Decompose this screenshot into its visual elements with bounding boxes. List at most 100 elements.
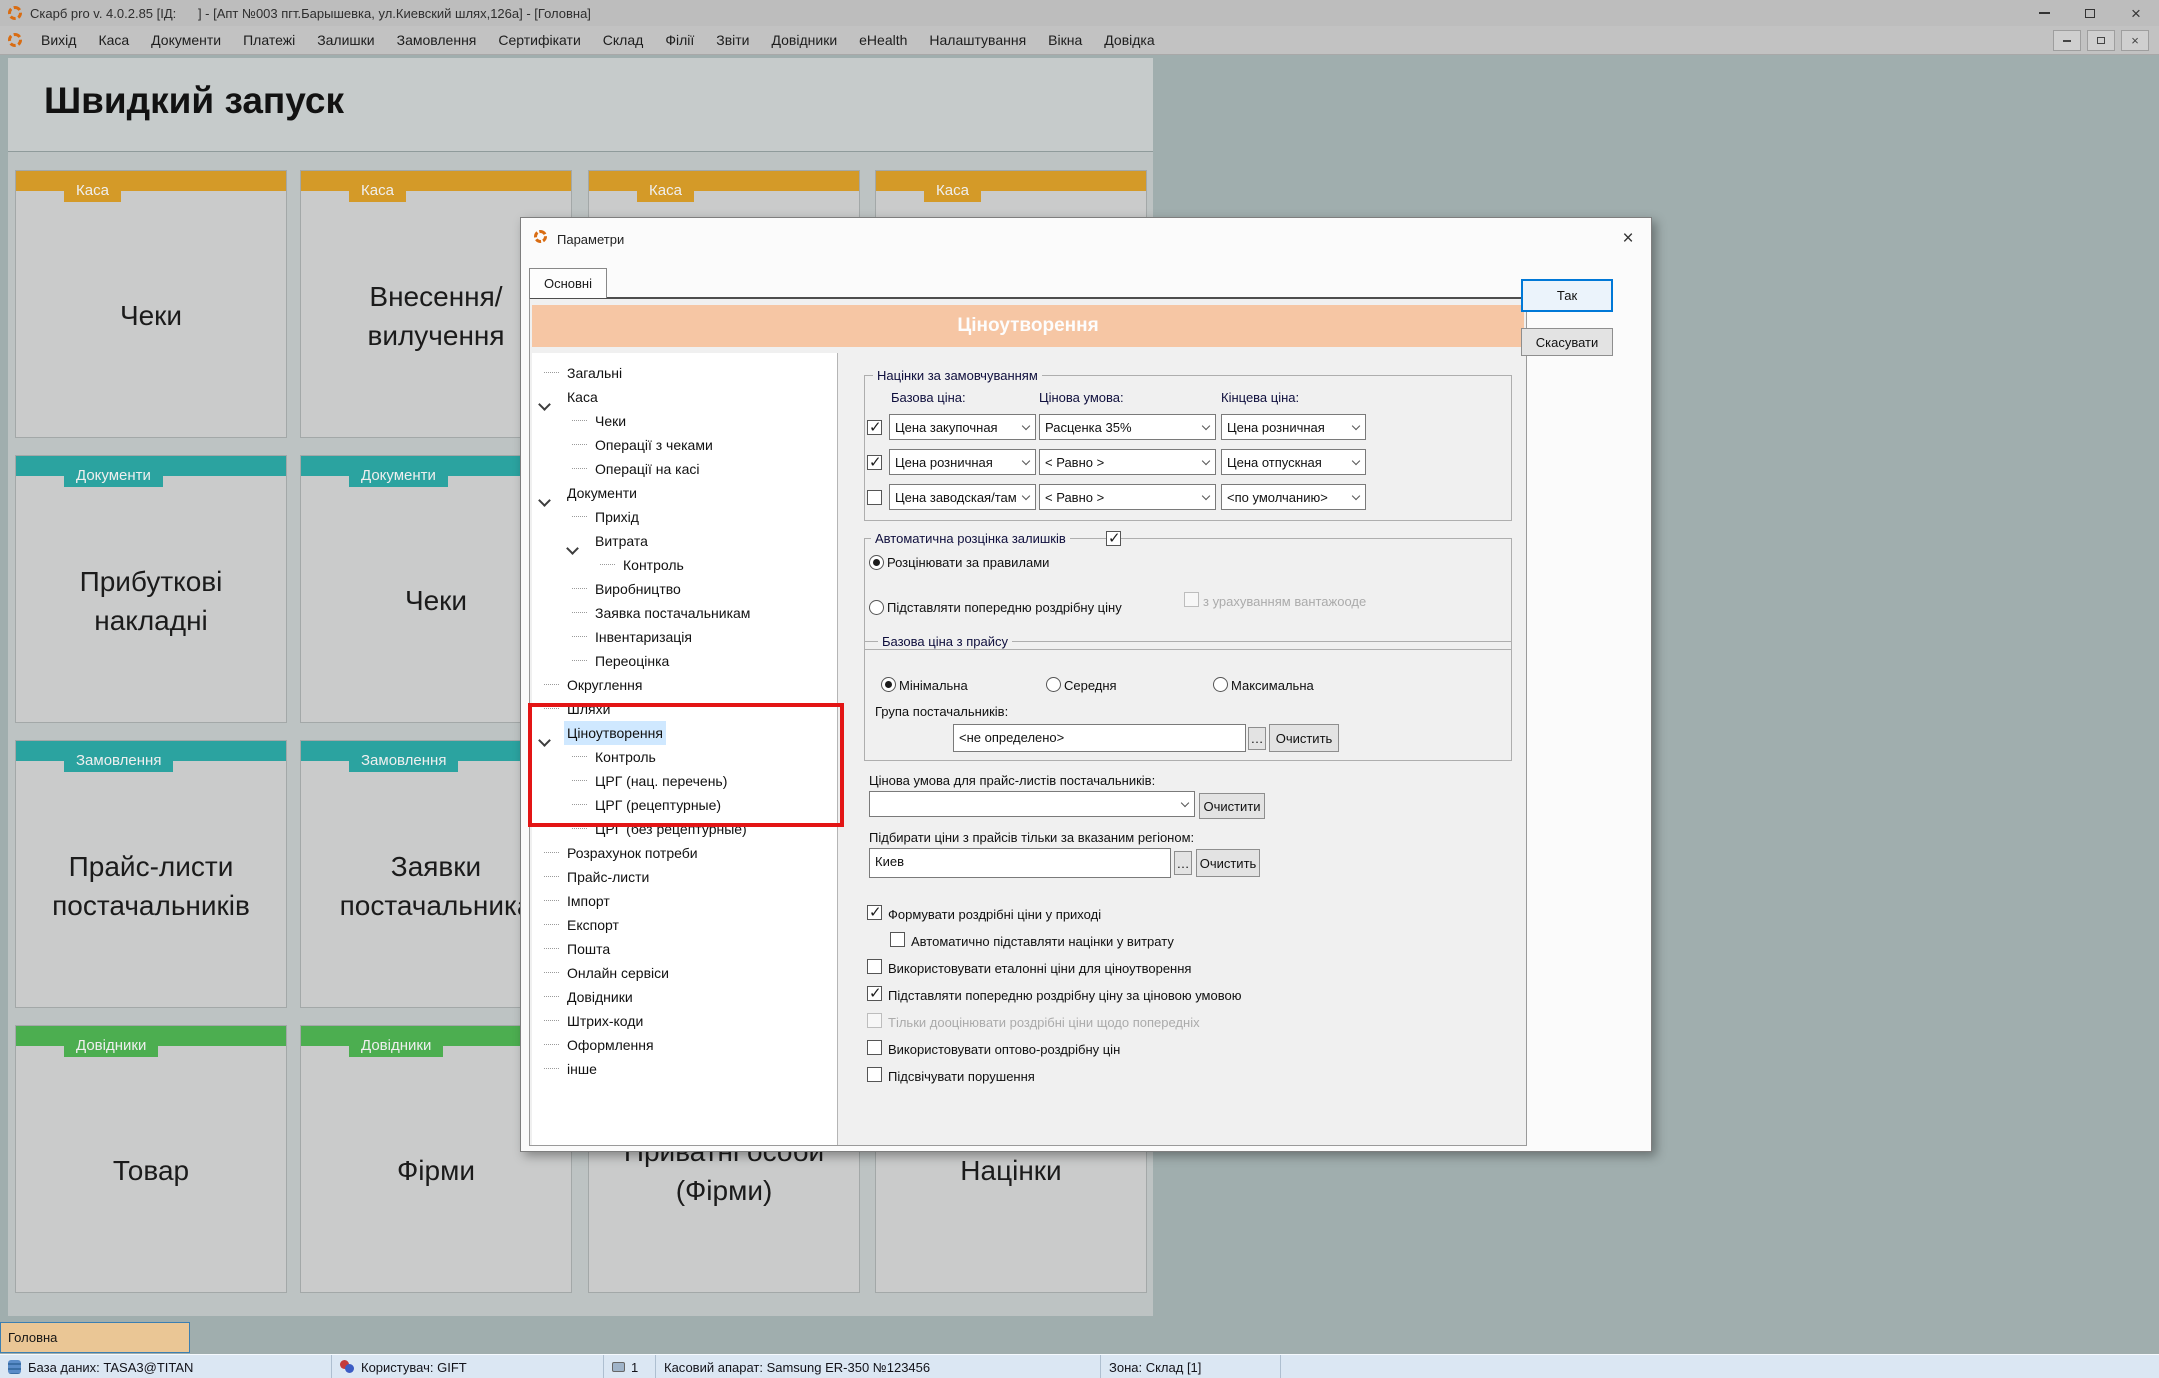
price-condition-combo[interactable]: < Равно >	[1039, 449, 1216, 475]
base-price-combo[interactable]: Цена заводская/там	[889, 484, 1036, 510]
tile-label: Прайс-листи постачальників	[16, 781, 286, 991]
dialog-close-button[interactable]: ×	[1613, 226, 1643, 252]
markup-row-checkbox[interactable]: ✓	[867, 420, 882, 435]
browse-button[interactable]: …	[1248, 727, 1266, 750]
menu-звіти[interactable]: Звіти	[705, 32, 760, 48]
radio-label: Максимальна	[1231, 678, 1314, 693]
final-price-combo[interactable]: <по умолчанию>	[1221, 484, 1366, 510]
tile-category-strip	[16, 171, 286, 191]
status-bar: База даних: TASA3@TITAN Користувач: GIFT 1…	[0, 1354, 2159, 1378]
clear-region-button[interactable]: Очистить	[1196, 849, 1260, 877]
menu-замовлення[interactable]: Замовлення	[386, 32, 488, 48]
tile-Прибуткові накладні[interactable]: ДокументиПрибуткові накладні	[15, 455, 287, 723]
auto-pricing-checkbox[interactable]: ✓	[1106, 531, 1121, 546]
app-logo-icon	[8, 6, 22, 20]
status-text: Користувач: GIFT	[361, 1360, 467, 1375]
menu-налаштування[interactable]: Налаштування	[918, 32, 1037, 48]
status-text: Касовий апарат: Samsung ER-350 №123456	[664, 1360, 930, 1375]
check-mark-icon: ✓	[869, 453, 882, 471]
tile-category-badge: Замовлення	[349, 749, 458, 772]
menu-сертифікати[interactable]: Сертифікати	[487, 32, 591, 48]
suppliers-group-field[interactable]: <не определено>	[953, 724, 1246, 752]
parameters-dialog: Параметри × Основні Ціноутворення Загаль…	[520, 217, 1652, 1152]
menu-довідка[interactable]: Довідка	[1093, 32, 1165, 48]
minimize-button[interactable]	[2021, 0, 2067, 26]
mdi-restore-button[interactable]	[2087, 30, 2115, 51]
option-checkbox[interactable]	[867, 1067, 882, 1082]
menu-вікна[interactable]: Вікна	[1037, 32, 1093, 48]
group-default-markups: Націнки за замовчуваннямБазова ціна:Ціно…	[864, 375, 1512, 521]
tile-category-badge: Документи	[349, 464, 448, 487]
check-mark-icon: ✓	[1108, 529, 1121, 547]
menu-склад[interactable]: Склад	[592, 32, 655, 48]
status-segment: 1	[604, 1355, 656, 1378]
menu-ehealth[interactable]: eHealth	[848, 32, 918, 48]
combo-value: Цена отпускная	[1227, 455, 1347, 470]
ok-button[interactable]: Так	[1521, 279, 1613, 312]
tile-Чеки[interactable]: КасаЧеки	[15, 170, 287, 438]
clear-suppliers-button[interactable]: Очистить	[1269, 724, 1339, 752]
browse-region-button[interactable]: …	[1174, 851, 1192, 875]
window-controls: ×	[2021, 0, 2159, 26]
cancel-button[interactable]: Скасувати	[1521, 328, 1613, 356]
tile-Товар[interactable]: ДовідникиТовар	[15, 1025, 287, 1293]
group-base-price: Базова ціна з прайсуМінімальнаСередняМак…	[864, 641, 1512, 761]
tab-osnovni[interactable]: Основні	[529, 268, 607, 298]
option-checkbox[interactable]	[890, 932, 905, 947]
option-checkbox[interactable]: ✓	[867, 905, 882, 920]
menu-items: ВихідКасаДокументиПлатежіЗалишкиЗамовлен…	[30, 32, 1166, 48]
chevron-down-icon	[1022, 492, 1030, 500]
base-price-combo[interactable]: Цена закупочная	[889, 414, 1036, 440]
menu-довідники[interactable]: Довідники	[761, 32, 849, 48]
option-checkbox[interactable]: ✓	[867, 986, 882, 1001]
radio-dot	[885, 681, 892, 688]
chevron-down-icon	[1352, 492, 1360, 500]
radio-price-by-rules[interactable]	[869, 555, 884, 570]
radio-dot	[873, 559, 880, 566]
final-price-combo[interactable]: Цена отпускная	[1221, 449, 1366, 475]
window-title: Скарб pro v. 4.0.2.85 [ІД: ] - [Апт №003…	[30, 6, 591, 21]
tile-Прайс-листи постачальників[interactable]: ЗамовленняПрайс-листи постачальників	[15, 740, 287, 1008]
menu-вихід[interactable]: Вихід	[30, 32, 87, 48]
mdi-close-button[interactable]: ×	[2121, 30, 2149, 51]
radio-minimal[interactable]	[881, 677, 896, 692]
quick-launch-header: Швидкий запуск	[8, 58, 1153, 152]
tile-label: Прибуткові накладні	[16, 496, 286, 706]
radio-average[interactable]	[1046, 677, 1061, 692]
clear-price-condition-button[interactable]: Очистити	[1199, 793, 1265, 819]
tile-category-badge: Каса	[64, 179, 121, 202]
menu-філії[interactable]: Філії	[654, 32, 705, 48]
menu-залишки[interactable]: Залишки	[306, 32, 385, 48]
price-condition-combo[interactable]: < Равно >	[1039, 484, 1216, 510]
price-condition-combo[interactable]: Расценка 35%	[1039, 414, 1216, 440]
menu-каса[interactable]: Каса	[87, 32, 140, 48]
close-button[interactable]: ×	[2113, 0, 2159, 26]
option-row: Використовувати еталонні ціни для ціноут…	[867, 956, 1507, 983]
mdi-minimize-button[interactable]	[2053, 30, 2081, 51]
tile-category-strip	[301, 171, 571, 191]
group-title: Націнки за замовчуванням	[873, 368, 1042, 383]
tab-holovna[interactable]: Головна	[0, 1322, 190, 1353]
option-row: ✓Формувати роздрібні ціни у приході	[867, 902, 1507, 929]
base-price-combo[interactable]: Цена розничная	[889, 449, 1036, 475]
status-segment: База даних: TASA3@TITAN	[0, 1355, 332, 1378]
price-condition-dropdown[interactable]	[869, 791, 1195, 817]
final-price-combo[interactable]: Цена розничная	[1221, 414, 1366, 440]
markup-row-checkbox[interactable]	[867, 490, 882, 505]
chevron-down-icon	[1181, 799, 1189, 807]
title-bar: Скарб pro v. 4.0.2.85 [ІД: ] - [Апт №003…	[0, 0, 2159, 26]
menu-bar: ВихідКасаДокументиПлатежіЗалишкиЗамовлен…	[0, 26, 2159, 55]
radio-substitute-previous-price[interactable]	[869, 600, 884, 615]
radio-maximal[interactable]	[1213, 677, 1228, 692]
disabled-checkbox-label: з урахуванням вантажооде	[1203, 594, 1366, 609]
app-logo-icon	[8, 33, 22, 47]
region-field[interactable]: Киев	[869, 848, 1171, 878]
menu-документи[interactable]: Документи	[140, 32, 232, 48]
option-checkbox[interactable]	[867, 959, 882, 974]
maximize-button[interactable]	[2067, 0, 2113, 26]
option-checkbox[interactable]	[867, 1040, 882, 1055]
radio-label: Середня	[1064, 678, 1117, 693]
column-header: Цінова умова:	[1039, 390, 1124, 405]
markup-row-checkbox[interactable]: ✓	[867, 455, 882, 470]
menu-платежі[interactable]: Платежі	[232, 32, 306, 48]
